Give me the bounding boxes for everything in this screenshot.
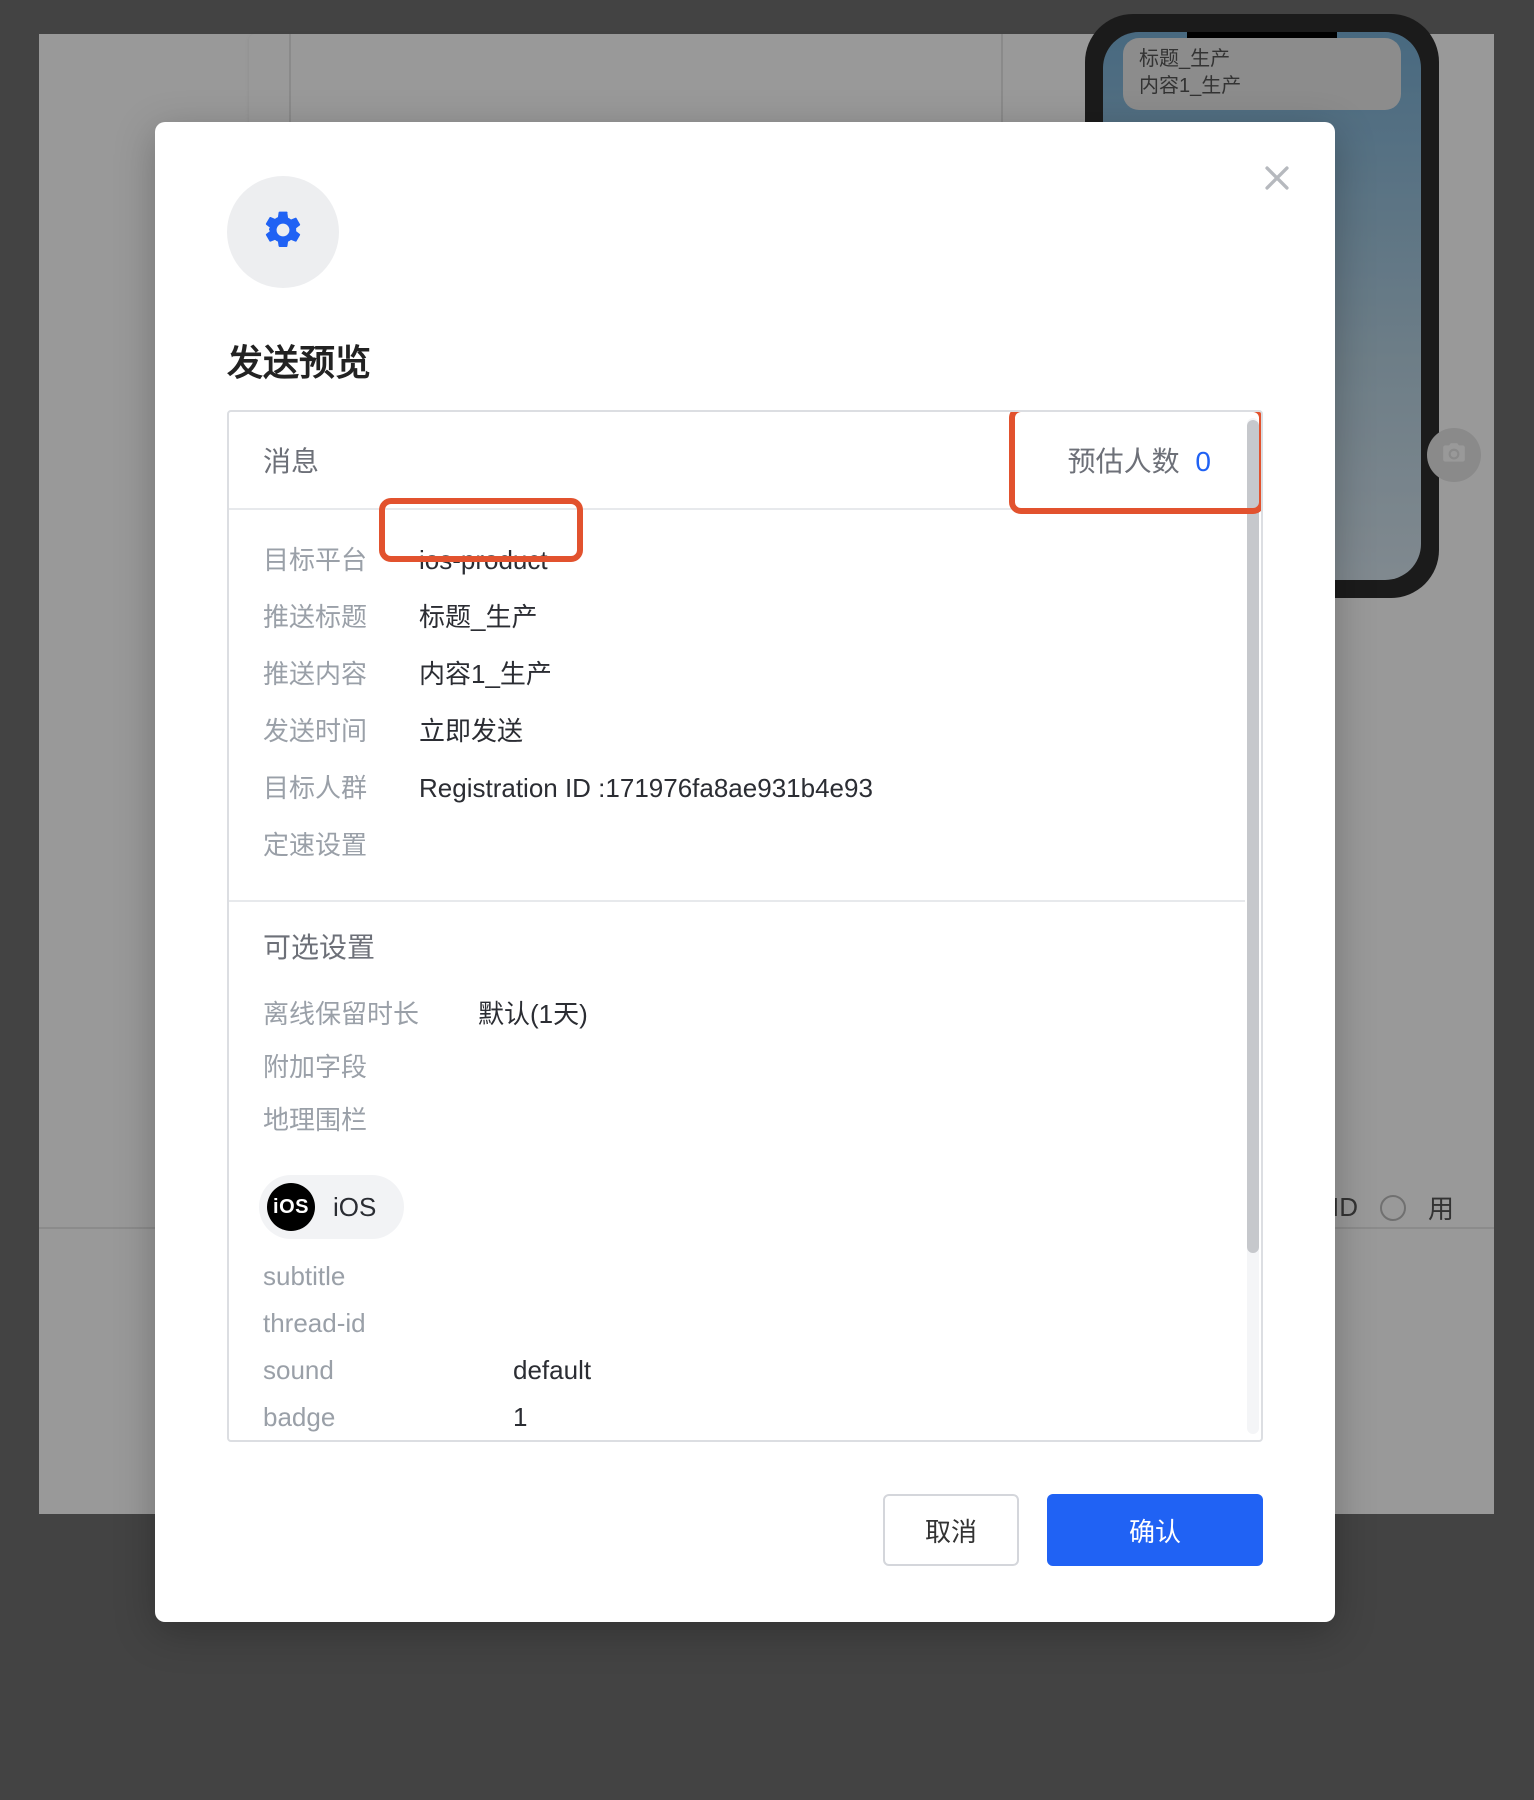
ios-options: subtitle thread-id sound default badge 1…	[229, 1243, 1245, 1440]
geo-fence-label: 地理围栏	[263, 1100, 438, 1137]
scrollbar-thumb[interactable]	[1247, 420, 1259, 1253]
ios-sound-label: sound	[263, 1355, 473, 1386]
estimate-block: 预估人数 0	[1068, 440, 1211, 480]
push-title-label: 推送标题	[263, 597, 391, 634]
platform-chip-ios[interactable]: iOS iOS	[259, 1175, 404, 1239]
ios-threadid-label: thread-id	[263, 1308, 473, 1339]
message-fields: 目标平台 ios-product 推送标题 标题_生产 推送内容 内容1_生产 …	[229, 510, 1245, 900]
estimate-value: 0	[1195, 446, 1211, 477]
confirm-button[interactable]: 确认	[1047, 1494, 1263, 1566]
target-platform-value: ios-product	[419, 545, 548, 576]
message-section-header: 消息 预估人数 0	[229, 412, 1245, 510]
ios-subtitle-label: subtitle	[263, 1261, 473, 1292]
push-content-value: 内容1_生产	[419, 654, 552, 691]
target-platform-label: 目标平台	[263, 540, 391, 577]
confirm-button-label: 确认	[1129, 1512, 1181, 1549]
platform-chip-label: iOS	[333, 1192, 376, 1223]
offline-ttl-value: 默认(1天)	[478, 994, 588, 1031]
audience-value: Registration ID :171976fa8ae931b4e93	[419, 773, 873, 804]
close-icon	[1260, 161, 1294, 200]
scrollbar[interactable]	[1247, 418, 1259, 1434]
cancel-button[interactable]: 取消	[883, 1494, 1019, 1566]
rate-label: 定速设置	[263, 825, 391, 862]
ios-badge-value: 1	[513, 1402, 527, 1433]
gear-icon	[261, 208, 305, 257]
message-heading: 消息	[263, 440, 319, 480]
push-title-value: 标题_生产	[419, 597, 537, 634]
extra-fields-label: 附加字段	[263, 1047, 438, 1084]
header-icon-circle	[227, 176, 339, 288]
ios-sound-value: default	[513, 1355, 591, 1386]
modal-title: 发送预览	[227, 334, 1263, 386]
ios-badge-label: badge	[263, 1402, 473, 1433]
optional-fields: 离线保留时长 默认(1天) 附加字段 地理围栏	[229, 972, 1245, 1165]
preview-scroll-area[interactable]: 消息 预估人数 0 目标平台 ios-product 推送标题 标题_生产 推送…	[229, 412, 1245, 1440]
modal-footer: 取消 确认	[883, 1494, 1263, 1566]
push-content-label: 推送内容	[263, 654, 391, 691]
optional-heading: 可选设置	[229, 902, 1245, 972]
modal-header: 发送预览	[155, 122, 1335, 386]
preview-content-frame: 消息 预估人数 0 目标平台 ios-product 推送标题 标题_生产 推送…	[227, 410, 1263, 1442]
close-button[interactable]	[1257, 160, 1297, 200]
cancel-button-label: 取消	[925, 1512, 977, 1549]
offline-ttl-label: 离线保留时长	[263, 994, 438, 1031]
send-preview-modal: 发送预览 消息 预估人数 0 目标平台 ios-product 推送标题	[155, 122, 1335, 1622]
send-time-value: 立即发送	[419, 711, 523, 748]
estimate-label: 预估人数	[1068, 446, 1180, 477]
send-time-label: 发送时间	[263, 711, 391, 748]
audience-label: 目标人群	[263, 768, 391, 805]
ios-badge-icon: iOS	[267, 1183, 315, 1231]
